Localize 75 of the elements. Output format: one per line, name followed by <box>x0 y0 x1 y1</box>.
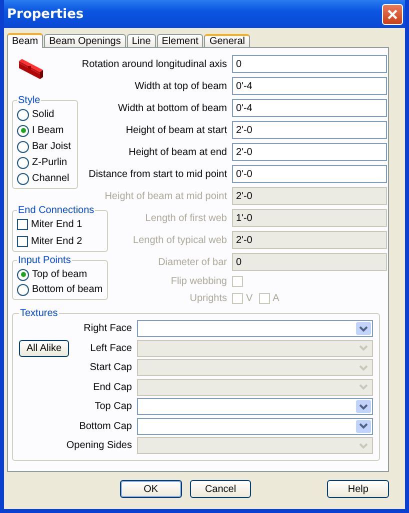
checkbox-label: Flip webbing <box>170 276 227 287</box>
dropdown-field[interactable] <box>137 398 373 416</box>
radio-button[interactable] <box>17 284 29 296</box>
radio-button[interactable] <box>17 268 29 280</box>
radio-label: Top of beam <box>32 269 88 280</box>
checkbox-label: Uprights <box>190 292 227 304</box>
beam-icon <box>18 57 44 79</box>
field-label: Width at top of beam <box>134 80 227 92</box>
checkbox-label: A <box>272 292 280 304</box>
window-title: Properties <box>7 6 84 22</box>
chevron-icon <box>359 364 368 371</box>
checkbox-label: Miter End 2 <box>31 236 82 247</box>
dropdown-field[interactable] <box>137 418 373 435</box>
radio-label: I Beam <box>32 125 64 136</box>
group-title: Input Points <box>17 255 72 266</box>
combo-label: End Cap <box>93 382 132 393</box>
chevron-icon <box>359 442 368 449</box>
combo-label: Left Face <box>90 342 132 354</box>
radio-button[interactable] <box>17 124 29 136</box>
input-field[interactable]: 0 <box>232 55 387 73</box>
chevron-icon <box>359 404 368 410</box>
dropdown-field[interactable] <box>137 320 373 338</box>
radio-label: Z-Purlin <box>32 157 68 168</box>
field-label: Width at bottom of beam <box>118 102 227 114</box>
input-field[interactable]: 0'-4 <box>232 77 387 95</box>
combo-label: Start Cap <box>90 362 132 374</box>
checkbox[interactable] <box>17 236 28 247</box>
chevron-icon <box>359 384 368 390</box>
radio-button[interactable] <box>17 172 29 184</box>
field-label: Height of beam at end <box>128 146 227 158</box>
dropdown-button[interactable] <box>356 322 371 336</box>
dialog-button[interactable]: OK <box>120 480 182 498</box>
radio-label: Channel <box>32 173 70 184</box>
field-label: Height of beam at mid point <box>104 190 227 202</box>
group-title: Textures <box>19 308 59 319</box>
checkbox-label: V <box>246 292 253 304</box>
chevron-icon <box>359 326 368 332</box>
field-label: Rotation around longitudinal axis <box>82 58 227 70</box>
group-title: Style <box>17 95 42 106</box>
dropdown-button[interactable] <box>356 420 371 433</box>
group-title: End Connections <box>17 205 96 216</box>
checkbox-label: Miter End 1 <box>31 219 82 230</box>
field-label: Distance from start to mid point <box>88 168 227 180</box>
field-label: Diameter of bar <box>158 256 227 268</box>
close-icon <box>387 8 398 20</box>
field-label: Length of typical web <box>133 234 227 246</box>
input-field[interactable]: 2'-0 <box>232 121 387 139</box>
dialog-button[interactable]: Help <box>327 480 390 498</box>
radio-label: Bar Joist <box>32 141 71 152</box>
field-label: Height of beam at start <box>126 124 227 136</box>
radio-button[interactable] <box>17 108 29 120</box>
field-label: Length of first web <box>145 212 227 224</box>
tab[interactable]: Beam <box>7 33 44 48</box>
combo-label: Opening Sides <box>66 440 132 452</box>
checkbox[interactable] <box>17 219 28 230</box>
tab[interactable]: Beam Openings <box>44 34 126 47</box>
input-field[interactable]: 2'-0 <box>232 143 387 161</box>
chevron-icon <box>359 423 368 430</box>
tab[interactable]: Line <box>126 34 156 47</box>
combo-label: Bottom Cap <box>79 420 132 432</box>
radio-label: Solid <box>32 109 54 120</box>
radio-button[interactable] <box>17 140 29 152</box>
combo-label: Top Cap <box>94 401 132 412</box>
radio-label: Bottom of beam <box>32 284 103 295</box>
all-alike-button[interactable]: All Alike <box>19 340 69 357</box>
combo-label: Right Face <box>84 323 132 334</box>
input-field[interactable]: 0'-4 <box>232 99 387 117</box>
dropdown-button[interactable] <box>356 400 371 414</box>
tab[interactable]: Element <box>156 34 204 47</box>
input-field[interactable]: 0'-0 <box>232 165 387 183</box>
radio-button[interactable] <box>17 156 29 168</box>
close-button[interactable] <box>382 4 403 24</box>
chevron-icon <box>359 345 368 352</box>
tab[interactable]: General <box>204 34 250 47</box>
dialog-button[interactable]: Cancel <box>190 480 252 498</box>
